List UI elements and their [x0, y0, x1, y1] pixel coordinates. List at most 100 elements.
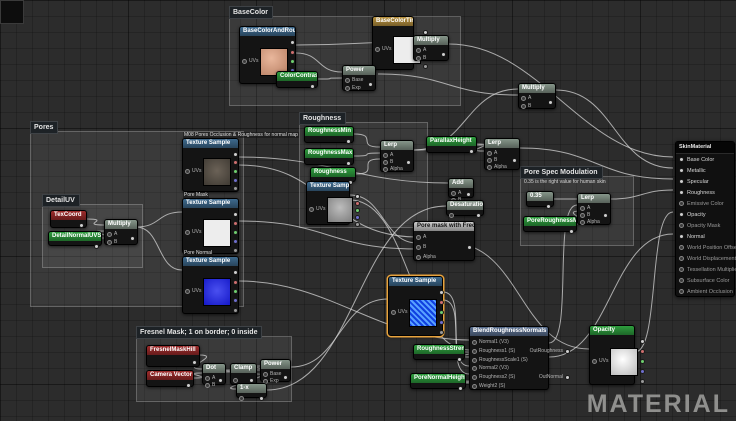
- uvs-input-pin[interactable]: [185, 230, 190, 235]
- input-pin[interactable]: [472, 348, 477, 354]
- input-pin[interactable]: [472, 366, 477, 372]
- input-pin[interactable]: [345, 78, 350, 84]
- input-pin[interactable]: [345, 85, 350, 91]
- rgb-output-pin[interactable]: [355, 194, 361, 199]
- output-pin[interactable]: [346, 139, 351, 144]
- material-input-pin[interactable]: [679, 234, 684, 239]
- power-fresnel[interactable]: Power Base Exp: [260, 359, 291, 384]
- a-channel-output-pin[interactable]: [355, 222, 361, 227]
- material-input-subsurface-color[interactable]: Subsurface Color: [676, 275, 734, 286]
- output-pin[interactable]: [368, 82, 373, 87]
- pore-mask-texture[interactable]: Pore Mask Texture Sample UVs: [182, 192, 239, 254]
- parallax-height-param[interactable]: ParallaxHeight: [426, 136, 477, 154]
- a-channel-output-pin[interactable]: [233, 248, 239, 253]
- output-pin[interactable]: [565, 348, 570, 354]
- input-pin[interactable]: [580, 220, 585, 225]
- b-channel-output-pin[interactable]: [233, 298, 239, 304]
- material-input-pin[interactable]: [679, 245, 684, 250]
- input-pin[interactable]: [263, 372, 268, 377]
- g-channel-output-pin[interactable]: [355, 208, 361, 213]
- material-input-pin[interactable]: [679, 278, 684, 283]
- r-channel-output-pin[interactable]: [439, 300, 445, 306]
- input-pin[interactable]: [487, 165, 492, 170]
- output-pin[interactable]: [467, 245, 472, 250]
- input-pin[interactable]: [416, 55, 421, 61]
- material-graph-canvas[interactable]: MATERIAL BaseColor Pores DetailUV Roughness…: [0, 0, 736, 421]
- g-channel-output-pin[interactable]: [233, 288, 239, 294]
- rgb-output-pin[interactable]: [290, 40, 296, 46]
- material-input-pin[interactable]: [679, 201, 684, 206]
- uvs-input-pin[interactable]: [375, 47, 380, 52]
- material-input-pin[interactable]: [679, 157, 684, 162]
- material-input-emissive-color[interactable]: Emissive Color: [676, 198, 734, 209]
- output-pin[interactable]: [441, 52, 446, 57]
- input-pin[interactable]: [416, 244, 421, 250]
- basecolor-tint[interactable]: BaseColorTint UVs: [372, 16, 429, 70]
- output-pin[interactable]: [457, 357, 462, 362]
- pore-normal-height-param[interactable]: PoreNormalHeight: [410, 373, 466, 391]
- input-pin[interactable]: [383, 153, 388, 158]
- rgb-output-pin[interactable]: [233, 151, 239, 157]
- input-pin[interactable]: [472, 339, 477, 345]
- g-channel-output-pin[interactable]: [233, 230, 239, 235]
- b-channel-output-pin[interactable]: [640, 368, 646, 374]
- r-channel-output-pin[interactable]: [290, 49, 296, 55]
- comment-title[interactable]: Fresnel Mask; 1 on border; 0 inside: [136, 326, 263, 339]
- input-pin[interactable]: [107, 239, 112, 245]
- uvs-input-pin[interactable]: [242, 59, 247, 64]
- power-basecolor[interactable]: Power Base Exp: [342, 65, 376, 91]
- uvs-input-pin[interactable]: [185, 289, 190, 294]
- a-channel-output-pin[interactable]: [439, 329, 445, 335]
- output-pin[interactable]: [406, 160, 411, 165]
- comment-title[interactable]: DetailUV: [42, 194, 80, 207]
- rgb-output-pin[interactable]: [233, 212, 239, 217]
- pore-normal-texture[interactable]: Pore Normal Texture Sample UVs: [182, 250, 239, 314]
- input-pin[interactable]: [416, 235, 421, 241]
- camera-vector[interactable]: Camera Vector: [146, 370, 194, 388]
- texcoord[interactable]: TexCoord: [50, 210, 87, 228]
- opacity-texture[interactable]: Opacity UVs: [589, 325, 646, 385]
- material-input-metallic[interactable]: Metallic: [676, 165, 734, 176]
- color-contrast-param[interactable]: ColorContrast: [276, 71, 318, 89]
- input-pin[interactable]: [580, 213, 585, 218]
- multiply-uv[interactable]: Multiply A B: [104, 219, 138, 245]
- dot-fresnel[interactable]: Dot A B: [202, 363, 226, 388]
- output-pin[interactable]: [469, 149, 474, 154]
- output-pin[interactable]: [466, 192, 471, 197]
- input-pin[interactable]: [472, 357, 477, 363]
- pores-occlusion-texture[interactable]: M08 Pores Occlusion & Roughness for norm…: [182, 132, 299, 192]
- input-pin[interactable]: [416, 48, 421, 54]
- output-pin[interactable]: [346, 161, 351, 166]
- material-input-pin[interactable]: [679, 179, 684, 184]
- input-pin[interactable]: [580, 206, 585, 211]
- output-pin[interactable]: [283, 374, 289, 380]
- input-pin[interactable]: [383, 160, 388, 165]
- input-pin[interactable]: [451, 191, 456, 196]
- comment-title[interactable]: Roughness: [299, 112, 347, 125]
- roughness-strength-param[interactable]: RoughnessStrength: [413, 344, 465, 362]
- material-input-pin[interactable]: [679, 267, 684, 272]
- b-channel-output-pin[interactable]: [233, 177, 239, 183]
- material-input-ambient-occlusion[interactable]: Ambient Occlusion: [676, 286, 734, 297]
- input-pin[interactable]: [472, 384, 477, 390]
- output-pin[interactable]: [218, 378, 223, 383]
- input-pin[interactable]: [472, 375, 477, 381]
- add-center[interactable]: AddAB: [448, 178, 474, 203]
- material-input-specular[interactable]: Specular: [676, 176, 734, 187]
- b-channel-output-pin[interactable]: [439, 319, 445, 325]
- output-pin[interactable]: [546, 204, 551, 209]
- input-pin[interactable]: [487, 151, 492, 156]
- input-pin[interactable]: [521, 103, 526, 109]
- r-channel-output-pin[interactable]: [355, 201, 361, 206]
- comment-title[interactable]: Pores: [30, 121, 59, 134]
- input-pin[interactable]: [205, 383, 210, 388]
- uvs-input-pin[interactable]: [185, 169, 190, 174]
- output-pin[interactable]: [94, 244, 99, 249]
- material-input-roughness[interactable]: Roughness: [676, 187, 734, 198]
- output-pin[interactable]: [458, 386, 463, 391]
- oneminus-fresnel[interactable]: 1-x: [236, 383, 267, 401]
- output-pin[interactable]: [512, 158, 517, 163]
- noise-texture[interactable]: Texture Sample UVs: [388, 276, 445, 336]
- clamp-fresnel[interactable]: Clamp: [230, 363, 257, 385]
- output-pin[interactable]: [192, 360, 197, 365]
